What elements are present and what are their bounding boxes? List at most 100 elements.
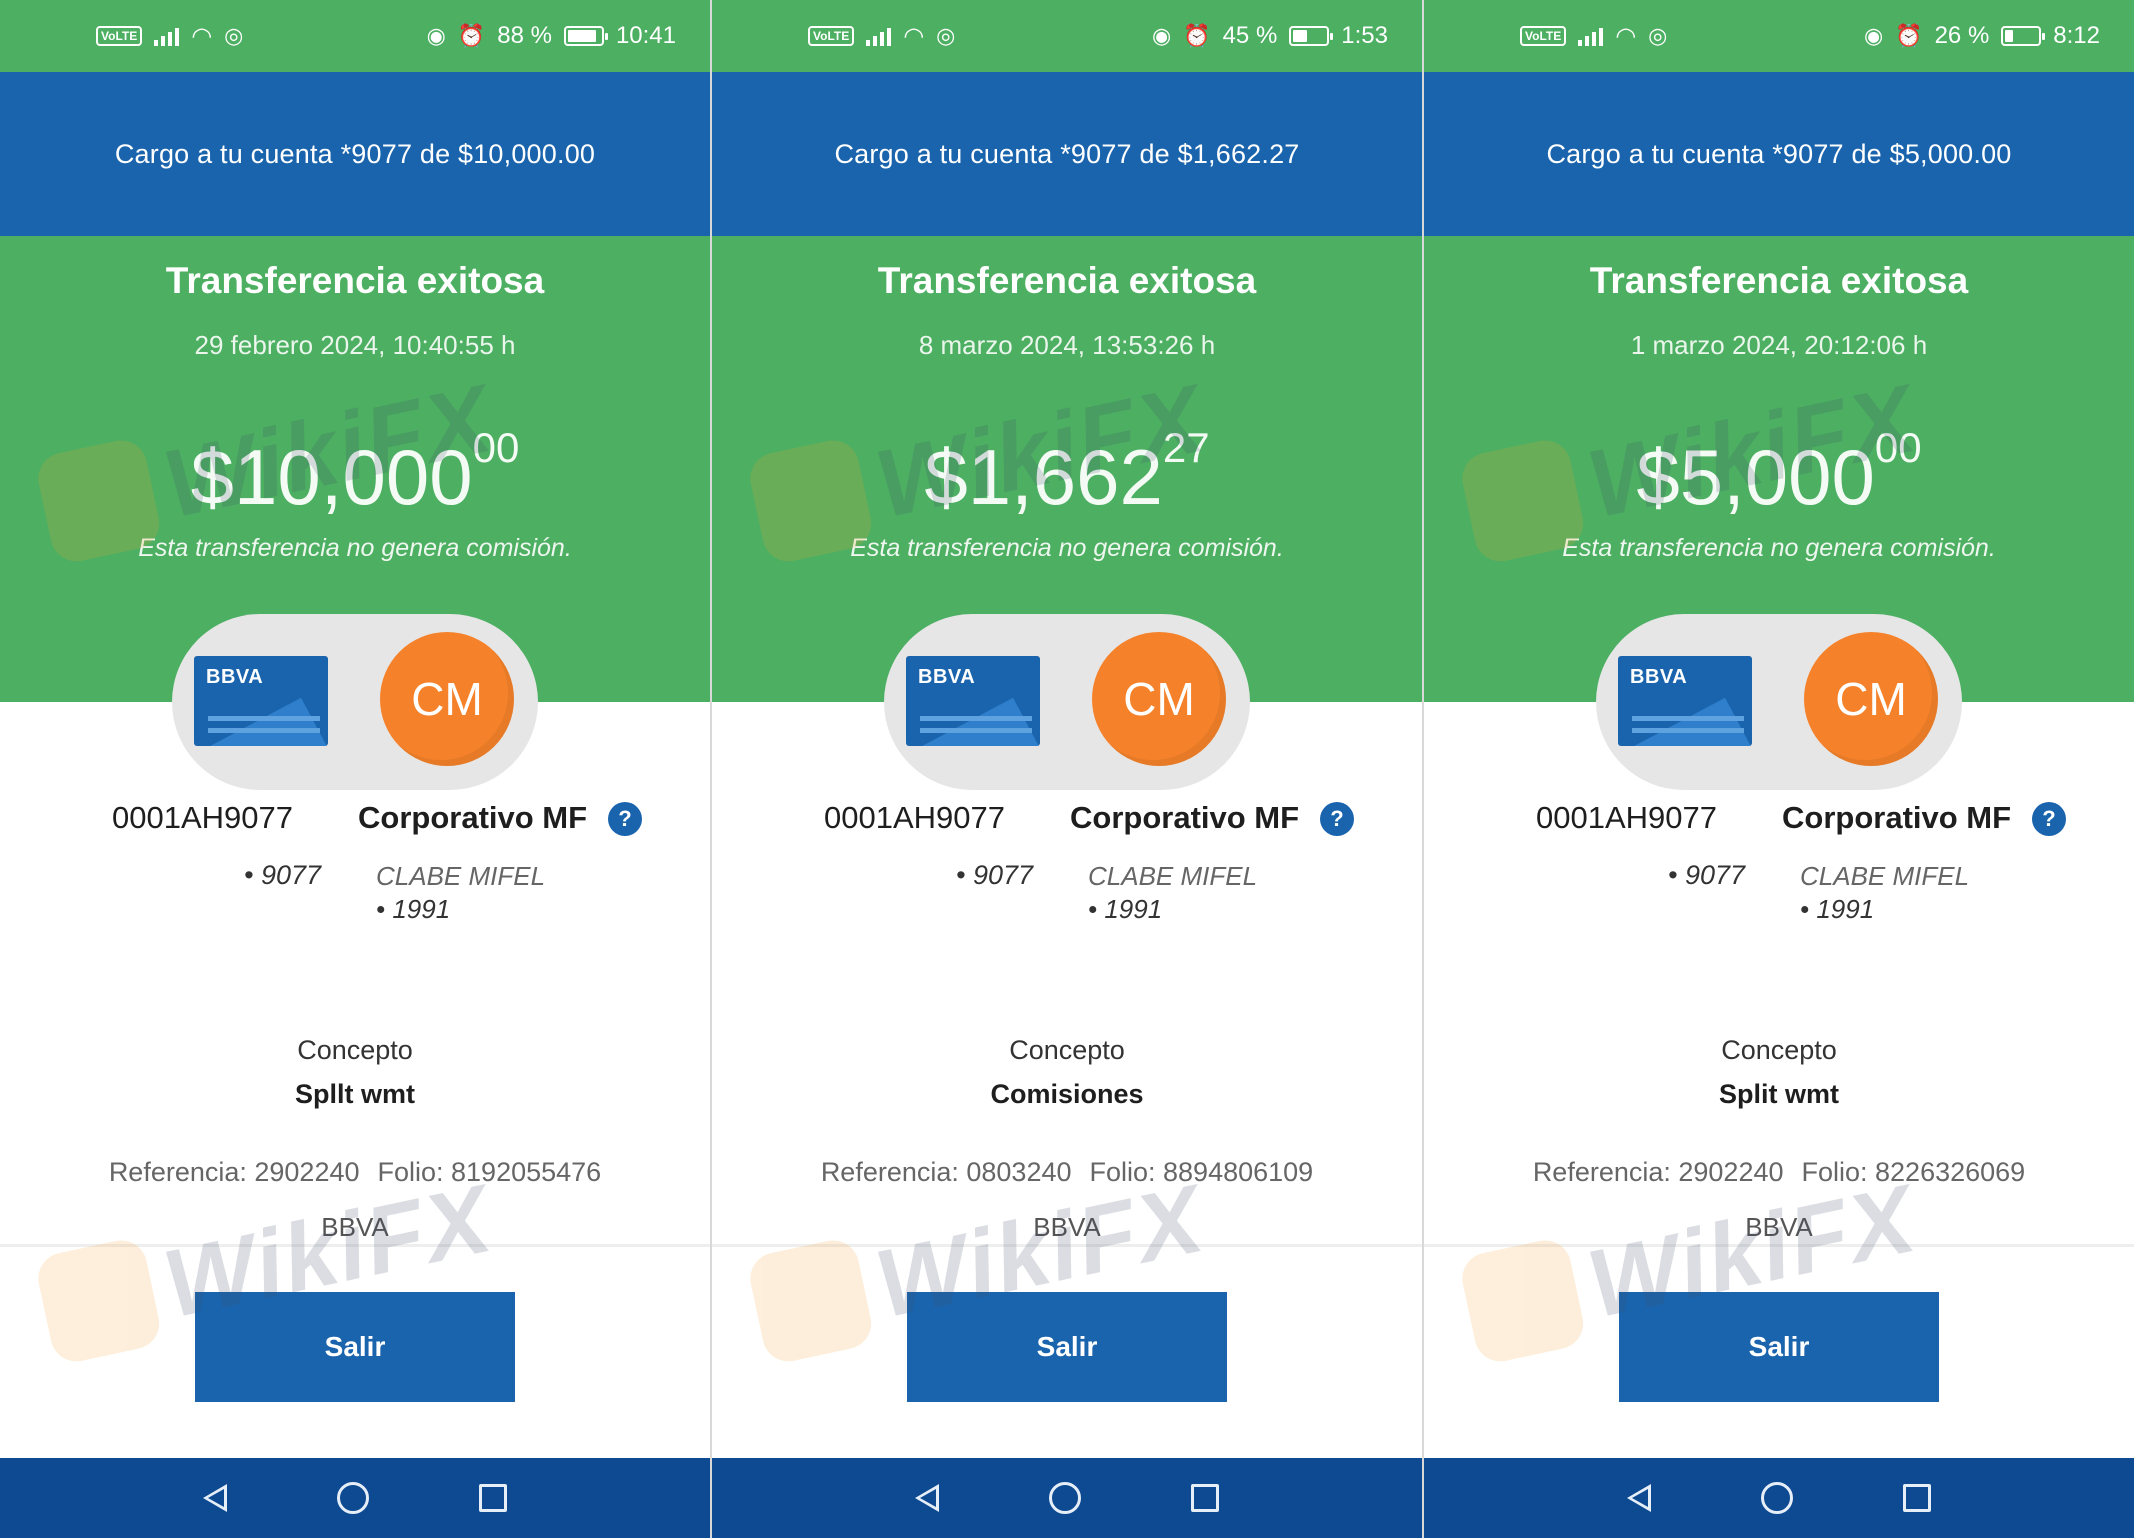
folio-number: Folio: 8192055476 bbox=[377, 1157, 602, 1187]
battery-percent: 45 % bbox=[1222, 22, 1278, 49]
to-account-type: CLABE MIFEL bbox=[1088, 861, 1258, 891]
transfer-datetime: 1 marzo 2024, 20:12:06 h bbox=[1630, 330, 1928, 360]
transfer-amount: $5,00000 bbox=[1424, 424, 2134, 523]
home-icon[interactable] bbox=[1049, 1482, 1081, 1514]
back-icon[interactable] bbox=[203, 1484, 227, 1512]
concept-value: Spllt wmt bbox=[295, 1079, 415, 1109]
reference-number: Referencia: 2902240 bbox=[108, 1157, 360, 1187]
reference-folio: Referencia: 2902240 Folio: 8226326069 bbox=[1424, 1157, 2134, 1188]
folio-number: Folio: 8894806109 bbox=[1089, 1157, 1314, 1187]
exit-button[interactable]: Salir bbox=[195, 1292, 515, 1402]
recipient-avatar: CM bbox=[1092, 632, 1226, 766]
amount-cents: 00 bbox=[1874, 424, 1922, 471]
wifi-icon: ◠ bbox=[191, 22, 213, 50]
status-left: VoLTE ◠ ◎ bbox=[96, 22, 243, 51]
amount-main: $1,662 bbox=[924, 433, 1163, 521]
charge-banner: Cargo a tu cuenta *9077 de $1,662.27 bbox=[712, 72, 1422, 236]
reference-number: Referencia: 0803240 bbox=[820, 1157, 1072, 1187]
bbva-card-icon: BBVA bbox=[1618, 656, 1752, 746]
transfer-screen-1: VoLTE ◠ ◎ ◉ ⏰ 88 % 10:41 Cargo a tu cuen… bbox=[0, 0, 710, 1538]
battery-icon bbox=[2001, 26, 2046, 46]
to-account-type: CLABE MIFEL bbox=[1800, 861, 1970, 891]
bank-name: BBVA bbox=[1033, 1212, 1101, 1242]
concept-value: Split wmt bbox=[1719, 1079, 1839, 1109]
amount-main: $5,000 bbox=[1636, 433, 1875, 521]
battery-fill bbox=[1293, 30, 1308, 42]
android-nav-bar bbox=[1424, 1458, 2134, 1538]
to-account-detail: CLABE MIFEL • 1991 bbox=[1800, 860, 1969, 926]
bank-name: BBVA bbox=[321, 1212, 389, 1242]
to-account: Corporativo MF bbox=[1782, 800, 2012, 835]
from-account-digits: • 9077 bbox=[956, 860, 1034, 890]
divider bbox=[1424, 1244, 2134, 1247]
concept-value: Comisiones bbox=[990, 1079, 1144, 1109]
back-icon[interactable] bbox=[1627, 1484, 1651, 1512]
divider bbox=[0, 1244, 710, 1247]
status-right: ◉ ⏰ 45 % 1:53 bbox=[1152, 22, 1388, 50]
bbva-card-label: BBVA bbox=[918, 666, 976, 688]
to-account-digits: • 1991 bbox=[376, 894, 451, 924]
android-nav-bar bbox=[712, 1458, 1422, 1538]
reference-folio: Referencia: 2902240 Folio: 8192055476 bbox=[0, 1157, 710, 1188]
status-time: 8:12 bbox=[2053, 22, 2100, 49]
battery-icon bbox=[1289, 26, 1334, 46]
alarm-icon: ⏰ bbox=[457, 23, 486, 48]
app-notification-icon: ◎ bbox=[936, 23, 956, 48]
battery-percent: 88 % bbox=[497, 22, 552, 49]
no-fee-note: Esta transferencia no genera comisión. bbox=[1562, 534, 1996, 562]
recipient-avatar: CM bbox=[1804, 632, 1938, 766]
recent-apps-icon[interactable] bbox=[1903, 1484, 1931, 1512]
status-time: 10:41 bbox=[615, 22, 676, 49]
to-account-type: CLABE MIFEL bbox=[376, 861, 546, 891]
home-icon[interactable] bbox=[1761, 1482, 1793, 1514]
transfer-amount: $1,66227 bbox=[712, 424, 1422, 523]
bbva-card-label: BBVA bbox=[206, 666, 264, 688]
eye-icon: ◉ bbox=[426, 23, 446, 48]
eye-icon: ◉ bbox=[1863, 23, 1884, 48]
to-account-detail: CLABE MIFEL • 1991 bbox=[1088, 860, 1257, 926]
transfer-datetime: 8 marzo 2024, 13:53:26 h bbox=[918, 330, 1216, 360]
amount-cents: 00 bbox=[472, 424, 520, 471]
volte-icon: VoLTE bbox=[1520, 26, 1567, 46]
success-title: Transferencia exitosa bbox=[1589, 260, 1969, 301]
to-account: Corporativo MF bbox=[358, 800, 588, 835]
status-right: ◉ ⏰ 26 % 8:12 bbox=[1864, 22, 2100, 50]
transfer-screen-2: VoLTE ◠ ◎ ◉ ⏰ 45 % 1:53 Cargo a tu cuent… bbox=[712, 0, 1422, 1538]
status-left: VoLTE ◠ ◎ bbox=[1520, 22, 1667, 51]
help-icon[interactable]: ? bbox=[2032, 802, 2066, 836]
signal-icon bbox=[1578, 26, 1604, 46]
from-account: 0001AH9077 bbox=[1536, 800, 1717, 835]
transfer-datetime: 29 febrero 2024, 10:40:55 h bbox=[194, 330, 516, 360]
concept-label: Concepto bbox=[1721, 1035, 1837, 1065]
signal-icon bbox=[866, 26, 892, 46]
status-right: ◉ ⏰ 88 % 10:41 bbox=[427, 22, 676, 50]
help-icon[interactable]: ? bbox=[608, 802, 642, 836]
watermark-logo bbox=[1457, 1235, 1589, 1367]
recent-apps-icon[interactable] bbox=[1191, 1484, 1219, 1512]
volte-icon: VoLTE bbox=[808, 26, 855, 46]
back-icon[interactable] bbox=[915, 1484, 939, 1512]
amount-cents: 27 bbox=[1162, 424, 1210, 471]
from-account: 0001AH9077 bbox=[112, 800, 293, 835]
from-account: 0001AH9077 bbox=[824, 800, 1005, 835]
from-account-digits: • 9077 bbox=[244, 860, 322, 890]
concept-label: Concepto bbox=[297, 1035, 413, 1065]
exit-button[interactable]: Salir bbox=[1619, 1292, 1939, 1402]
help-icon[interactable]: ? bbox=[1320, 802, 1354, 836]
to-account-digits: • 1991 bbox=[1088, 894, 1163, 924]
bbva-card-label: BBVA bbox=[1630, 666, 1688, 688]
app-notification-icon: ◎ bbox=[1648, 23, 1668, 48]
no-fee-note: Esta transferencia no genera comisión. bbox=[138, 534, 572, 562]
amount-main: $10,000 bbox=[190, 433, 473, 521]
wifi-icon: ◠ bbox=[903, 22, 925, 50]
recent-apps-icon[interactable] bbox=[479, 1484, 507, 1512]
exit-button[interactable]: Salir bbox=[907, 1292, 1227, 1402]
battery-fill bbox=[2005, 30, 2014, 42]
status-bar: VoLTE ◠ ◎ ◉ ⏰ 45 % 1:53 bbox=[712, 0, 1422, 72]
charge-banner: Cargo a tu cuenta *9077 de $5,000.00 bbox=[1424, 72, 2134, 236]
home-icon[interactable] bbox=[337, 1482, 369, 1514]
to-account-detail: CLABE MIFEL • 1991 bbox=[376, 860, 545, 926]
watermark-logo bbox=[33, 1235, 165, 1367]
bank-name: BBVA bbox=[1745, 1212, 1813, 1242]
divider bbox=[712, 1244, 1422, 1247]
